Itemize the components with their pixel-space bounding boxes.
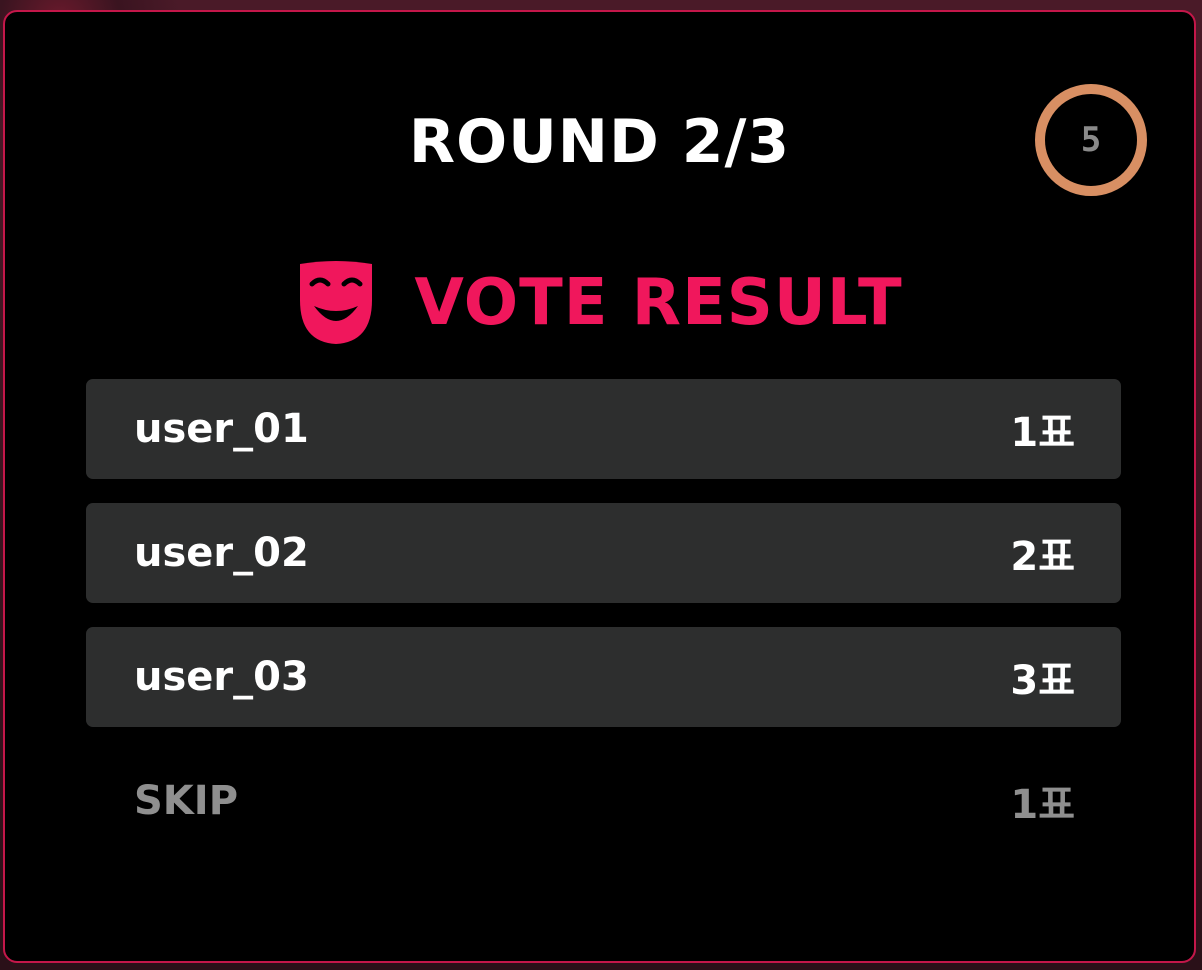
result-row-user-02: user_02 2표 <box>86 503 1121 603</box>
vote-result-modal: ROUND 2/3 5 VOTE RESULT user_01 1표 user_… <box>3 10 1196 963</box>
vote-count: 3표 <box>1010 658 1075 704</box>
result-row-user-03: user_03 3표 <box>86 627 1121 727</box>
theater-mask-icon <box>300 261 373 344</box>
vote-result-title: VOTE RESULT <box>414 266 903 340</box>
countdown-timer: 5 <box>1035 84 1147 196</box>
skip-label: SKIP <box>134 778 239 824</box>
player-name: user_02 <box>134 530 309 576</box>
result-row-skip: SKIP 1표 <box>86 751 1121 851</box>
round-title: ROUND 2/3 <box>408 107 791 177</box>
player-name: user_03 <box>134 654 309 700</box>
countdown-value: 5 <box>1080 120 1102 160</box>
vote-count: 2표 <box>1010 534 1075 580</box>
player-name: user_01 <box>134 406 309 452</box>
vote-result-header: VOTE RESULT <box>5 258 1194 348</box>
vote-count: 1표 <box>1010 410 1075 456</box>
vote-result-list: user_01 1표 user_02 2표 user_03 3표 SKIP 1표 <box>86 379 1121 875</box>
result-row-user-01: user_01 1표 <box>86 379 1121 479</box>
vote-count: 1표 <box>1010 782 1075 828</box>
